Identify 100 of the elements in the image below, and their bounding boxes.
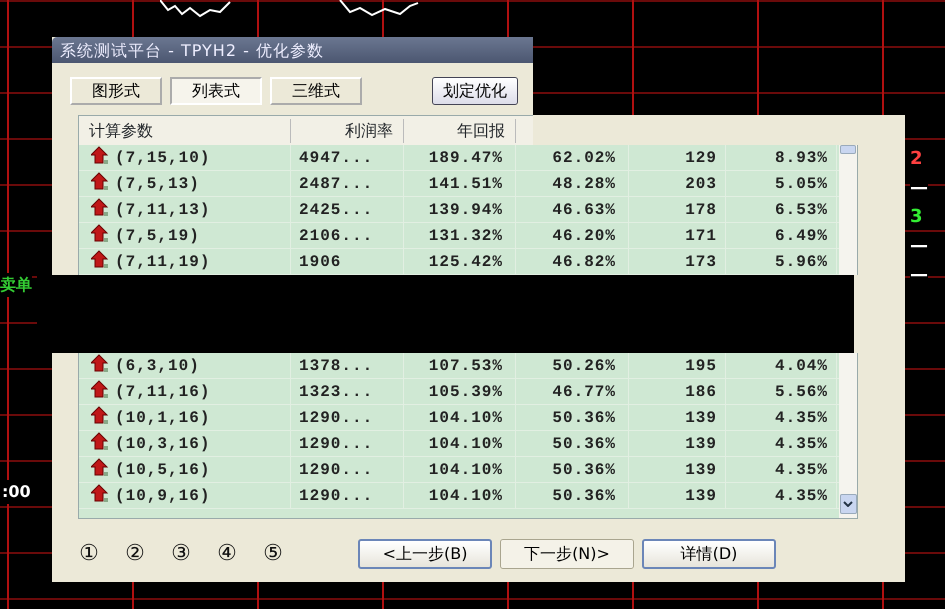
table-cell: 139 (629, 430, 726, 456)
table-cell: 1323... (291, 378, 404, 404)
table-cell: 1290... (291, 404, 404, 430)
table-cell: 4.35% (726, 430, 837, 456)
table-row[interactable]: (10,9,16) 1290... 104.10% 50.36% 139 4.35% (79, 483, 839, 509)
up-arrow-icon (91, 406, 109, 426)
table-cell: 50.36% (516, 430, 629, 456)
table-cell: 4.35% (726, 404, 837, 430)
table-row[interactable]: (6,3,10) 1378... 107.53% 50.26% 195 4.04% (79, 353, 839, 379)
step-number: ② (124, 540, 146, 568)
table-cell: 1290... (291, 430, 404, 456)
table-cell: 104.10% (404, 404, 516, 430)
table-cell: 139 (629, 456, 726, 482)
table-cell: 2106... (291, 222, 404, 248)
table-cell: 2425... (291, 196, 404, 222)
table-cell: 104.10% (404, 482, 516, 508)
table-cell: (10,5,16) (79, 456, 291, 482)
table-cell: 189.47% (404, 144, 516, 170)
scroll-up-button[interactable] (840, 145, 856, 154)
table-cell: 4947... (291, 144, 404, 170)
table-row[interactable]: (10,5,16) 1290... 104.10% 50.36% 139 4.35% (79, 457, 839, 483)
chevron-down-icon (843, 501, 853, 507)
table-cell: 1290... (291, 456, 404, 482)
table-row[interactable]: (7,11,16) 1323... 105.39% 46.77% 186 5.56% (79, 379, 839, 405)
table-row[interactable]: (7,5,19) 2106... 131.32% 46.20% 171 6.49% (79, 223, 839, 249)
table-cell: 104.10% (404, 430, 516, 456)
table-cell: 4.35% (726, 456, 837, 482)
table-cell: 203 (629, 170, 726, 196)
up-arrow-icon (91, 458, 109, 478)
table-cell: 186 (629, 378, 726, 404)
scrollbar-track[interactable] (839, 145, 857, 275)
table-row[interactable]: (7,11,13) 2425... 139.94% 46.63% 178 6.53% (79, 197, 839, 223)
up-arrow-icon (91, 250, 109, 270)
view-tab[interactable]: 图形式 (70, 77, 162, 105)
table-cell: 5.05% (726, 170, 837, 196)
wizard-button[interactable]: <上一步(B) (358, 538, 492, 568)
table-cell: 139 (629, 482, 726, 508)
step-number: ③ (170, 540, 192, 568)
table-cell: 104.10% (404, 456, 516, 482)
chart-label: :00 (2, 480, 31, 504)
wizard-button[interactable]: 详情(D) (642, 538, 776, 568)
table-cell: 6.49% (726, 222, 837, 248)
step-number: ④ (216, 540, 238, 568)
table-cell: (10,3,16) (79, 430, 291, 456)
up-arrow-icon (91, 380, 109, 400)
table-row[interactable]: (7,15,10) 4947... 189.47% 62.02% 129 8.93% (79, 145, 839, 171)
table-cell: 107.53% (404, 352, 516, 378)
up-arrow-icon (91, 354, 109, 374)
table-cell: 46.63% (516, 196, 629, 222)
table-cell: 178 (629, 196, 726, 222)
up-arrow-icon (91, 198, 109, 218)
table-cell: (7,15,10) (79, 144, 291, 170)
table-cell: 46.77% (516, 378, 629, 404)
view-tab[interactable]: 三维式 (270, 77, 362, 105)
chart-label: 卖单 (0, 273, 32, 297)
table-cell: 6.53% (726, 196, 837, 222)
table-cell: (7,5,13) (79, 170, 291, 196)
table-row[interactable]: (10,1,16) 1290... 104.10% 50.36% 139 4.35% (79, 405, 839, 431)
step-number: ① (78, 540, 100, 568)
table-row[interactable]: (10,3,16) 1290... 104.10% 50.36% 139 4.35% (79, 431, 839, 457)
table-cell: (6,3,10) (79, 352, 291, 378)
table-cell: 141.51% (404, 170, 516, 196)
wizard-button[interactable]: 下一步(N)> (500, 538, 634, 568)
up-arrow-icon (91, 172, 109, 192)
table-cell: (7,5,19) (79, 222, 291, 248)
table-cell: 4.35% (726, 482, 837, 508)
table-cell: 50.36% (516, 482, 629, 508)
table-cell: 1290... (291, 482, 404, 508)
table-cell: 4.04% (726, 352, 837, 378)
table-cell: (10,1,16) (79, 404, 291, 430)
table-cell: 131.32% (404, 222, 516, 248)
table-cell: 48.28% (516, 170, 629, 196)
scroll-down-button[interactable] (840, 494, 856, 514)
table-cell: 2487... (291, 170, 404, 196)
window-title: 系统测试平台 - TPYH2 - 优化参数 (52, 37, 533, 63)
up-arrow-icon (91, 224, 109, 244)
table-cell: 171 (629, 222, 726, 248)
table-cell: 129 (629, 144, 726, 170)
table-cell: 8.93% (726, 144, 837, 170)
table-cell: 50.36% (516, 456, 629, 482)
column-header[interactable]: 利润率 (291, 118, 404, 142)
table-cell: 139 (629, 404, 726, 430)
table-cell: 139.94% (404, 196, 516, 222)
table-cell: 195 (629, 352, 726, 378)
table-row[interactable]: (7,5,13) 2487... 141.51% 48.28% 203 5.05% (79, 171, 839, 197)
optimize-range-button[interactable]: 划定优化 (432, 77, 518, 105)
table-cell: (7,11,16) (79, 378, 291, 404)
scrollbar-track[interactable] (839, 353, 857, 518)
up-arrow-icon (91, 432, 109, 452)
up-arrow-icon (91, 146, 109, 166)
table-cell: 1378... (291, 352, 404, 378)
up-arrow-icon (91, 484, 109, 504)
table-cell: (7,11,13) (79, 196, 291, 222)
step-number: ⑤ (262, 540, 284, 568)
column-header[interactable]: 年回报 (404, 118, 516, 142)
table-cell: (10,9,16) (79, 482, 291, 508)
column-header[interactable]: 计算参数 (79, 118, 291, 142)
table-cell: 50.36% (516, 404, 629, 430)
table-cell: 5.56% (726, 378, 837, 404)
view-tab[interactable]: 列表式 (170, 77, 262, 105)
